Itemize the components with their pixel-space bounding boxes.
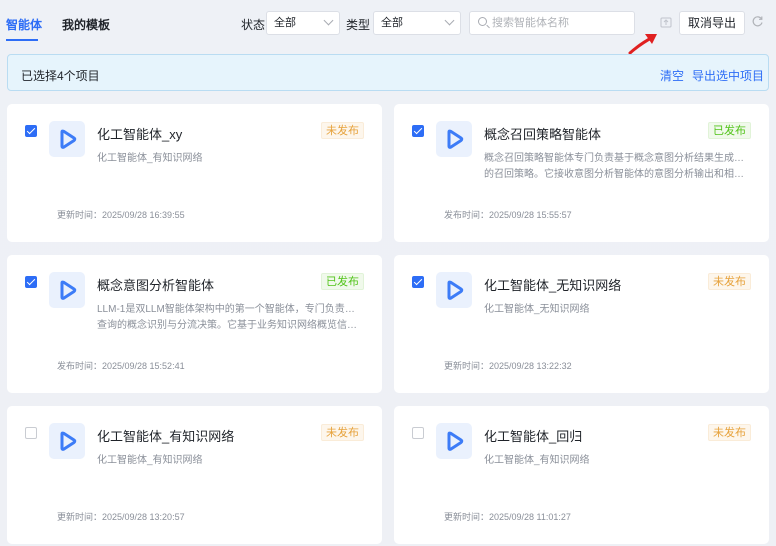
agent-timestamp: 更新时间：2025/09/28 13:22:32 (444, 361, 572, 371)
type-select-value: 全部 (381, 17, 403, 29)
card-checkbox[interactable] (412, 125, 424, 137)
agent-description-line: 化工智能体_无知识网络 (484, 304, 590, 315)
search-box[interactable] (469, 11, 635, 35)
chevron-down-icon (444, 15, 455, 26)
status-select[interactable]: 全部 (266, 11, 340, 35)
agent-avatar (49, 121, 85, 157)
agent-description-line: 查询的概念识别与分流决策。它基于业务知识网络概览信息... (97, 320, 362, 331)
status-badge: 未发布 (321, 122, 364, 139)
agent-card[interactable]: 化工智能体_无知识网络 未发布 化工智能体_无知识网络 更新时间：2025/09… (394, 255, 769, 393)
agent-avatar (436, 121, 472, 157)
agent-logo-icon (60, 431, 77, 451)
agent-name[interactable]: 化工智能体_回归 (484, 426, 582, 445)
red-arrow-annotation (628, 34, 657, 55)
agent-description: LLM-1是双LLM智能体架构中的第一个智能体，专门负责用户 查询的概念识别与分流… (97, 302, 362, 334)
agent-card[interactable]: 化工智能体_回归 未发布 化工智能体_有知识网络 更新时间：2025/09/28… (394, 406, 769, 544)
agent-card[interactable]: 概念意图分析智能体 已发布 LLM-1是双LLM智能体架构中的第一个智能体，专门… (7, 255, 382, 393)
card-checkbox[interactable] (412, 276, 424, 288)
agent-avatar (49, 423, 85, 459)
agent-timestamp: 发布时间：2025/09/28 15:52:41 (57, 361, 185, 371)
tab-agents[interactable]: 智能体 (6, 16, 42, 33)
status-badge: 未发布 (708, 273, 751, 290)
agent-description-line: 化工智能体_有知识网络 (97, 153, 203, 164)
agent-avatar (436, 272, 472, 308)
agent-description: 概念召回策略智能体专门负责基于概念意图分析结果生成精准 的召回策略。它接收意图分析… (484, 151, 749, 183)
card-checkbox[interactable] (412, 427, 424, 439)
cancel-export-button[interactable]: 取消导出 (679, 11, 745, 35)
agent-name[interactable]: 化工智能体_有知识网络 (97, 426, 234, 445)
type-filter-label: 类型 (346, 18, 371, 32)
refresh-icon[interactable] (751, 15, 764, 28)
tab-my-templates[interactable]: 我的模板 (62, 16, 110, 33)
agent-avatar (49, 272, 85, 308)
agent-description-line: 化工智能体_有知识网络 (484, 455, 590, 466)
agent-logo-icon (60, 129, 77, 149)
selection-count: 已选择4个项目 (21, 69, 100, 83)
status-badge: 已发布 (321, 273, 364, 290)
agent-card[interactable]: 化工智能体_有知识网络 未发布 化工智能体_有知识网络 更新时间：2025/09… (7, 406, 382, 544)
agent-description: 化工智能体_无知识网络 (484, 302, 749, 318)
agent-timestamp: 更新时间：2025/09/28 13:20:57 (57, 512, 185, 522)
agent-logo-icon (447, 280, 464, 300)
status-badge: 已发布 (708, 122, 751, 139)
agent-description-line: 化工智能体_有知识网络 (97, 455, 203, 466)
status-badge: 未发布 (708, 424, 751, 441)
agent-description-line: 的召回策略。它接收意图分析智能体的意图分析输出和相关... (484, 169, 749, 180)
status-badge: 未发布 (321, 424, 364, 441)
agent-name[interactable]: 概念意图分析智能体 (97, 275, 214, 294)
agent-timestamp: 更新时间：2025/09/28 16:39:55 (57, 210, 185, 220)
agent-timestamp: 发布时间：2025/09/28 15:55:57 (444, 210, 572, 220)
agent-description: 化工智能体_有知识网络 (97, 151, 362, 167)
agent-name[interactable]: 概念召回策略智能体 (484, 124, 601, 143)
agent-logo-icon (447, 129, 464, 149)
agent-name[interactable]: 化工智能体_无知识网络 (484, 275, 621, 294)
search-input[interactable] (492, 15, 628, 31)
chevron-down-icon (323, 15, 334, 26)
top-bar: 智能体 我的模板 状态 全部 类型 全部 取消导出 (0, 0, 776, 55)
type-select[interactable]: 全部 (373, 11, 461, 35)
card-checkbox[interactable] (25, 125, 37, 137)
agent-timestamp: 更新时间：2025/09/28 11:01:27 (444, 512, 571, 522)
agent-logo-icon (60, 280, 77, 300)
export-icon[interactable] (660, 16, 672, 28)
clear-selection-link[interactable]: 清空 (660, 67, 684, 84)
search-icon (478, 17, 487, 26)
agent-logo-icon (447, 431, 464, 451)
agent-description: 化工智能体_有知识网络 (484, 453, 749, 469)
agent-description-line: 概念召回策略智能体专门负责基于概念意图分析结果生成精准 (484, 153, 749, 164)
agent-card[interactable]: 概念召回策略智能体 已发布 概念召回策略智能体专门负责基于概念意图分析结果生成精… (394, 104, 769, 242)
agent-description-line: LLM-1是双LLM智能体架构中的第一个智能体，专门负责用户 (97, 304, 362, 315)
agent-description: 化工智能体_有知识网络 (97, 453, 362, 469)
status-filter-label: 状态 (241, 18, 266, 32)
export-selected-link[interactable]: 导出选中项目 (692, 67, 764, 84)
card-checkbox[interactable] (25, 427, 37, 439)
selection-bar: 已选择4个项目 清空 导出选中项目 (7, 54, 769, 91)
agent-avatar (436, 423, 472, 459)
active-tab-indicator (6, 39, 38, 41)
status-select-value: 全部 (274, 17, 296, 29)
agent-name[interactable]: 化工智能体_xy (97, 124, 182, 143)
agent-card[interactable]: 化工智能体_xy 未发布 化工智能体_有知识网络 更新时间：2025/09/28… (7, 104, 382, 242)
card-checkbox[interactable] (25, 276, 37, 288)
